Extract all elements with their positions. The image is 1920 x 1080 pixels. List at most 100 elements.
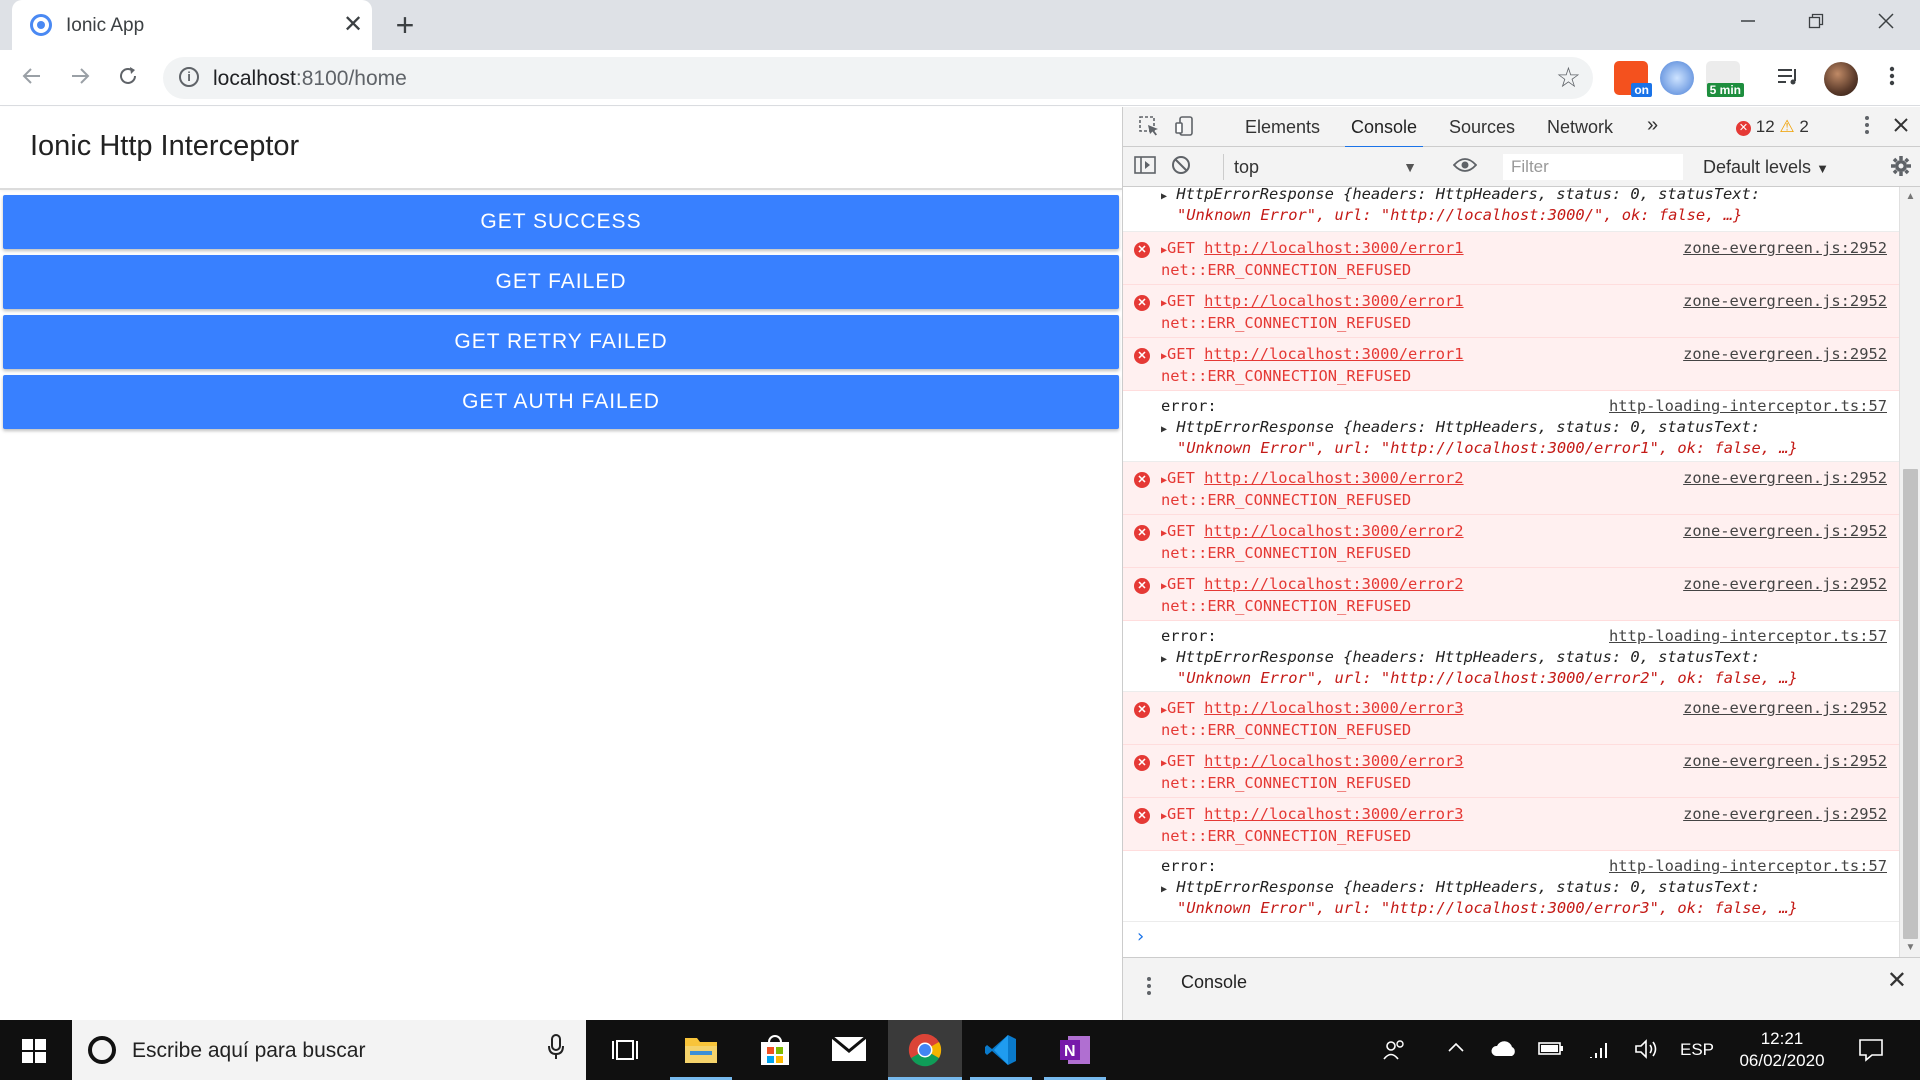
vscode-icon[interactable] xyxy=(964,1020,1038,1080)
source-link[interactable]: zone-evergreen.js:2952 xyxy=(1683,345,1887,363)
input-language[interactable]: ESP xyxy=(1680,1040,1714,1060)
source-link[interactable]: zone-evergreen.js:2952 xyxy=(1683,522,1887,540)
people-icon[interactable] xyxy=(1382,1038,1406,1068)
browser-tab[interactable]: Ionic App ✕ xyxy=(12,0,372,50)
console-log-message[interactable]: error: http-loading-interceptor.ts:57 ▶ … xyxy=(1123,621,1899,692)
scroll-thumb[interactable] xyxy=(1903,469,1918,939)
chrome-icon[interactable] xyxy=(888,1020,962,1080)
browser-menu-icon[interactable] xyxy=(1874,60,1910,96)
device-toolbar-icon[interactable] xyxy=(1173,115,1197,139)
restore-icon[interactable] xyxy=(1796,6,1836,40)
microphone-icon[interactable] xyxy=(547,1034,565,1067)
media-control-icon[interactable] xyxy=(1770,60,1806,96)
onenote-icon[interactable]: N xyxy=(1038,1020,1112,1080)
source-link[interactable]: zone-evergreen.js:2952 xyxy=(1683,752,1887,770)
console-error-message[interactable]: ✕ ▶GET http://localhost:3000/error1 zone… xyxy=(1123,232,1899,285)
source-link[interactable]: zone-evergreen.js:2952 xyxy=(1683,469,1887,487)
source-link[interactable]: zone-evergreen.js:2952 xyxy=(1683,575,1887,593)
get-failed-button[interactable]: GET FAILED xyxy=(3,255,1119,309)
url-text[interactable]: localhost:8100/home xyxy=(213,67,407,91)
drawer-close-icon[interactable]: ✕ xyxy=(1887,966,1907,995)
extension-globe-icon[interactable] xyxy=(1660,61,1694,95)
expand-triangle-icon[interactable]: ▶ xyxy=(1161,654,1167,665)
task-view-icon[interactable] xyxy=(588,1020,662,1080)
site-info-icon[interactable]: i xyxy=(179,67,199,87)
window-close-icon[interactable] xyxy=(1866,6,1906,40)
volume-icon[interactable] xyxy=(1634,1038,1658,1066)
notifications-icon[interactable] xyxy=(1858,1038,1884,1068)
drawer-tab-console[interactable]: Console xyxy=(1181,972,1247,993)
console-error-message[interactable]: ✕ ▶GET http://localhost:3000/error1 zone… xyxy=(1123,285,1899,338)
console-messages[interactable]: ▶ HttpErrorResponse {headers: HttpHeader… xyxy=(1123,187,1899,957)
console-log-message[interactable]: error: http-loading-interceptor.ts:57 ▶ … xyxy=(1123,851,1899,922)
expand-triangle-icon[interactable]: ▶ xyxy=(1161,191,1167,202)
onedrive-cloud-icon[interactable] xyxy=(1490,1038,1518,1064)
show-sidebar-icon[interactable] xyxy=(1133,155,1157,179)
console-prompt[interactable]: › xyxy=(1123,922,1899,957)
request-url-link[interactable]: http://localhost:3000/error2 xyxy=(1204,469,1463,487)
console-error-message[interactable]: ✕ ▶GET http://localhost:3000/error2 zone… xyxy=(1123,568,1899,621)
scroll-up-icon[interactable]: ▲ xyxy=(1903,191,1918,202)
wifi-icon[interactable] xyxy=(1588,1038,1612,1066)
console-error-message[interactable]: ✕ ▶GET http://localhost:3000/error2 zone… xyxy=(1123,462,1899,515)
request-url-link[interactable]: http://localhost:3000/error1 xyxy=(1204,345,1463,363)
request-url-link[interactable]: http://localhost:3000/error3 xyxy=(1204,805,1463,823)
filter-input[interactable] xyxy=(1503,154,1683,180)
devtools-close-icon[interactable] xyxy=(1889,115,1913,139)
expand-triangle-icon[interactable]: ▶ xyxy=(1161,424,1167,435)
chevron-up-icon[interactable] xyxy=(1446,1038,1466,1064)
new-tab-button[interactable]: + xyxy=(388,8,422,42)
source-link[interactable]: zone-evergreen.js:2952 xyxy=(1683,805,1887,823)
source-link[interactable]: http-loading-interceptor.ts:57 xyxy=(1609,857,1887,875)
more-tabs-icon[interactable]: » xyxy=(1647,114,1658,137)
address-bar[interactable]: i localhost:8100/home ☆ xyxy=(163,57,1593,99)
console-error-message[interactable]: ✕ ▶GET http://localhost:3000/error2 zone… xyxy=(1123,515,1899,568)
profile-avatar[interactable] xyxy=(1824,62,1858,96)
context-selector[interactable]: top ▼ xyxy=(1223,154,1423,180)
tab-sources[interactable]: Sources xyxy=(1449,117,1515,138)
back-icon[interactable] xyxy=(14,60,50,96)
get-auth-failed-button[interactable]: GET AUTH FAILED xyxy=(3,375,1119,429)
clear-console-icon[interactable] xyxy=(1169,155,1193,179)
file-explorer-icon[interactable] xyxy=(664,1020,738,1080)
console-log-message[interactable]: error: http-loading-interceptor.ts:57 ▶ … xyxy=(1123,391,1899,462)
scroll-down-icon[interactable]: ▼ xyxy=(1903,942,1918,953)
extension-on-icon[interactable]: on xyxy=(1614,61,1652,97)
battery-icon[interactable] xyxy=(1538,1038,1564,1064)
console-error-message[interactable]: ✕ ▶GET http://localhost:3000/error3 zone… xyxy=(1123,798,1899,851)
request-url-link[interactable]: http://localhost:3000/error1 xyxy=(1204,292,1463,310)
tab-network[interactable]: Network xyxy=(1547,117,1613,138)
console-scrollbar[interactable]: ▲ ▼ xyxy=(1899,187,1920,957)
store-icon[interactable] xyxy=(738,1020,812,1080)
source-link[interactable]: zone-evergreen.js:2952 xyxy=(1683,239,1887,257)
bookmark-star-icon[interactable]: ☆ xyxy=(1556,61,1581,94)
drawer-menu-icon[interactable] xyxy=(1137,976,1161,1000)
inspect-element-icon[interactable] xyxy=(1137,115,1161,139)
request-url-link[interactable]: http://localhost:3000/error3 xyxy=(1204,699,1463,717)
taskbar-search[interactable]: Escribe aquí para buscar xyxy=(72,1020,586,1080)
tab-elements[interactable]: Elements xyxy=(1245,117,1320,138)
windows-start-icon[interactable] xyxy=(22,1039,46,1063)
extension-timer-icon[interactable]: 5 min xyxy=(1706,61,1744,97)
console-log-message[interactable]: ▶ HttpErrorResponse {headers: HttpHeader… xyxy=(1123,187,1899,232)
source-link[interactable]: http-loading-interceptor.ts:57 xyxy=(1609,627,1887,645)
source-link[interactable]: zone-evergreen.js:2952 xyxy=(1683,292,1887,310)
expand-triangle-icon[interactable]: ▶ xyxy=(1161,884,1167,895)
system-clock[interactable]: 12:21 06/02/2020 xyxy=(1722,1028,1842,1072)
request-url-link[interactable]: http://localhost:3000/error1 xyxy=(1204,239,1463,257)
forward-icon[interactable] xyxy=(62,60,98,96)
mail-icon[interactable] xyxy=(812,1020,886,1080)
issue-counter[interactable]: ✕ 12 ⚠ 2 xyxy=(1736,117,1809,137)
minimize-icon[interactable] xyxy=(1728,6,1768,40)
console-settings-gear-icon[interactable] xyxy=(1889,155,1913,179)
tab-console[interactable]: Console xyxy=(1344,117,1424,148)
source-link[interactable]: zone-evergreen.js:2952 xyxy=(1683,699,1887,717)
devtools-menu-icon[interactable] xyxy=(1855,115,1879,139)
tab-close-icon[interactable]: ✕ xyxy=(338,10,368,40)
console-error-message[interactable]: ✕ ▶GET http://localhost:3000/error1 zone… xyxy=(1123,338,1899,391)
reload-icon[interactable] xyxy=(110,60,146,96)
log-levels-dropdown[interactable]: Default levels ▼ xyxy=(1703,157,1829,178)
console-error-message[interactable]: ✕ ▶GET http://localhost:3000/error3 zone… xyxy=(1123,692,1899,745)
console-error-message[interactable]: ✕ ▶GET http://localhost:3000/error3 zone… xyxy=(1123,745,1899,798)
get-success-button[interactable]: GET SUCCESS xyxy=(3,195,1119,249)
